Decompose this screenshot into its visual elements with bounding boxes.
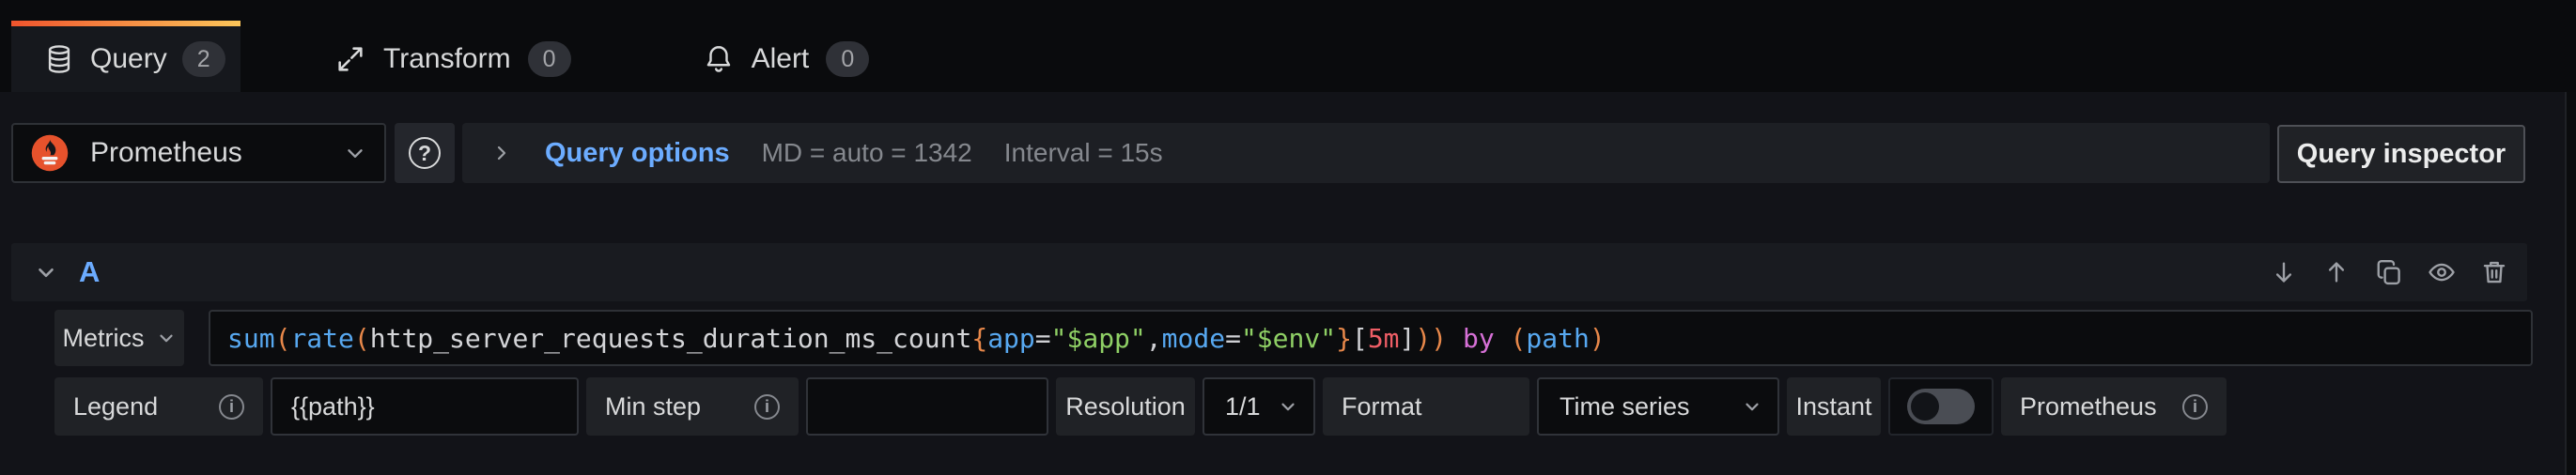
eye-icon[interactable] [2428,258,2456,286]
grafana-query-editor: Query 2 Transform 0 Alert 0 [0,0,2576,475]
expression-token-paren: { [971,323,987,354]
tab-transform-label: Transform [383,43,511,75]
legend-input[interactable]: {{path}} [271,377,579,436]
expression-token-metric: http_server_requests_duration_ms_count [370,323,972,354]
editor-mode-label: Metrics [63,324,145,353]
expression-token-operator: , [1146,323,1162,354]
datasource-row: Prometheus ? Query options MD = auto = 1… [0,123,2576,183]
expression-token-function: rate [290,323,353,354]
editor-tab-bar: Query 2 Transform 0 Alert 0 [0,0,2576,92]
arrow-down-icon[interactable] [2270,258,2298,286]
expression-token-label: mode [1162,323,1225,354]
promql-expression-input[interactable]: sum(rate(http_server_requests_duration_m… [209,310,2533,366]
expression-token-operator: ] [1400,323,1416,354]
toggle-knob [1911,392,1939,421]
tab-query[interactable]: Query 2 [11,26,241,92]
bell-icon [703,43,735,75]
info-circle-icon: i [754,394,780,420]
arrow-up-icon[interactable] [2322,258,2351,286]
chevron-down-icon[interactable] [34,260,58,284]
exemplars-label: Prometheus i [2001,377,2227,436]
info-circle-icon: i [219,394,244,420]
expression-token-label: app [987,323,1035,354]
datasource-name: Prometheus [90,137,322,169]
instant-toggle[interactable] [1888,377,1994,436]
expression-token-string: "$app" [1051,323,1146,354]
expression-token-paren: )) [1415,323,1447,354]
legend-label: Legend i [54,377,263,436]
angle-right-icon [490,142,513,164]
tab-query-badge: 2 [182,41,225,77]
expression-token-label: path [1526,323,1589,354]
query-row-actions [2270,258,2508,286]
transform-icon [334,43,366,75]
datasource-picker[interactable]: Prometheus [11,123,386,183]
chevron-down-icon [1278,396,1298,417]
tab-alert-badge: 0 [826,41,869,77]
min-step-input[interactable] [806,377,1048,436]
expression-token-operator: = [1225,323,1241,354]
expression-token-function: sum [227,323,275,354]
query-options-label: Query options [545,138,730,169]
query-inspector-button[interactable]: Query inspector [2277,125,2525,183]
resolution-label: Resolution [1056,377,1195,436]
query-options-row: Legend i {{path}} Min step i Resolution … [54,377,2227,436]
format-select[interactable]: Time series [1537,377,1779,436]
info-circle-icon: i [2182,394,2208,420]
help-circle-icon: ? [409,137,441,169]
tab-alert-label: Alert [752,43,810,75]
toggle-pill [1907,389,1975,424]
expression-token-paren: ) [1590,323,1606,354]
duplicate-icon[interactable] [2375,258,2403,286]
database-icon [43,43,75,75]
query-inspector-label: Query inspector [2297,139,2506,170]
query-ref-id: A [79,255,100,289]
expression-token-keyword: by [1447,323,1510,354]
editor-mode-dropdown[interactable]: Metrics [54,310,184,366]
query-options-bar[interactable]: Query options MD = auto = 1342 Interval … [462,123,2270,183]
format-label: Format [1323,377,1529,436]
chevron-down-icon [343,141,367,165]
resolution-select[interactable]: 1/1 [1203,377,1315,436]
tab-transform-badge: 0 [528,41,571,77]
min-step-label: Min step i [586,377,799,436]
query-row-header[interactable]: A [11,243,2527,301]
query-editor-row: Metrics sum(rate(http_server_requests_du… [0,310,2576,366]
interval-summary: Interval = 15s [1004,138,1163,168]
trash-icon[interactable] [2480,258,2508,286]
max-data-points-summary: MD = auto = 1342 [762,138,972,168]
instant-label: Instant [1787,377,1881,436]
expression-token-paren: ( [1511,323,1527,354]
chevron-down-icon [156,328,177,348]
tab-transform[interactable]: Transform 0 [293,26,613,92]
datasource-help-button[interactable]: ? [395,123,455,183]
prometheus-logo [30,133,70,173]
expression-token-paren: ( [354,323,370,354]
tab-alert[interactable]: Alert 0 [661,26,911,92]
tab-query-label: Query [90,43,167,75]
expression-token-string: "$env" [1241,323,1336,354]
chevron-down-icon [1742,396,1762,417]
expression-token-paren: } [1336,323,1352,354]
expression-token-operator: = [1035,323,1051,354]
expression-token-duration: 5m [1368,323,1400,354]
expression-token-paren: ( [275,323,291,354]
expression-token-operator: [ [1352,323,1368,354]
